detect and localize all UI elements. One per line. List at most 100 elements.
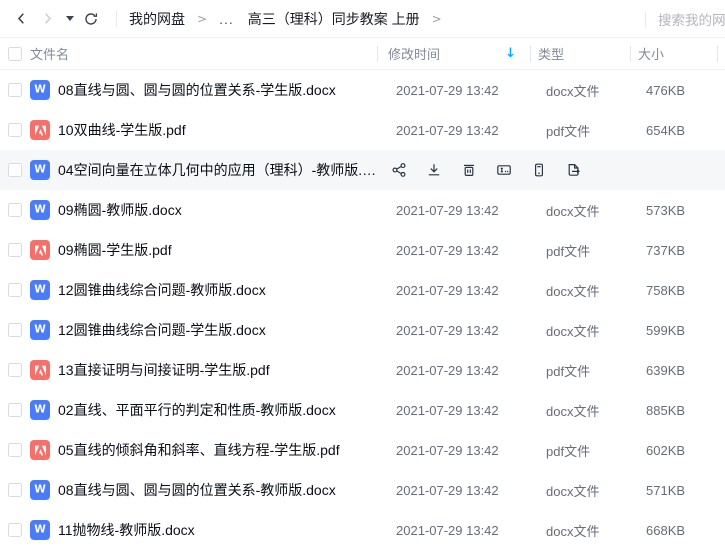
file-name[interactable]: 11抛物线-教师版.docx <box>58 520 195 540</box>
file-type: pdf文件 <box>546 241 590 260</box>
file-row[interactable]: 10双曲线-学生版.pdf2021-07-29 13:42pdf文件654KB <box>0 110 725 150</box>
file-name-cell: W02直线、平面平行的判定和性质-教师版.docx <box>0 400 385 420</box>
file-type: docx文件 <box>546 521 599 540</box>
file-name-cell: 09椭圆-学生版.pdf <box>0 240 385 260</box>
device-icon[interactable] <box>531 162 547 178</box>
history-dropdown-button[interactable] <box>62 6 78 32</box>
file-name[interactable]: 12圆锥曲线综合问题-学生版.docx <box>58 320 266 340</box>
refresh-button[interactable] <box>78 6 104 32</box>
file-row[interactable]: W08直线与圆、圆与圆的位置关系-教师版.docx2021-07-29 13:4… <box>0 470 725 510</box>
download-icon[interactable] <box>426 162 442 178</box>
file-modified-time-cell: 2021-07-29 13:42 <box>385 323 538 338</box>
file-modified-time-cell: 2021-07-29 13:42 <box>385 523 538 538</box>
row-checkbox[interactable] <box>8 403 22 417</box>
file-modified-time-cell: 2021-07-29 13:42 <box>385 203 538 218</box>
header-type-cell[interactable]: 类型 <box>530 44 630 63</box>
row-checkbox[interactable] <box>8 483 22 497</box>
file-size-cell: 885KB <box>638 403 725 418</box>
chevron-left-icon <box>14 11 29 26</box>
file-modified-time: 2021-07-29 13:42 <box>396 123 499 138</box>
file-row[interactable]: W08直线与圆、圆与圆的位置关系-学生版.docx2021-07-29 13:4… <box>0 70 725 110</box>
file-row[interactable]: W 04空间向量在立体几何中的应用（理科）-教师版.docx <box>0 150 725 190</box>
breadcrumb-current[interactable]: 高三（理科）同步教案 上册 <box>248 9 420 29</box>
file-name[interactable]: 05直线的倾斜角和斜率、直线方程-学生版.pdf <box>58 440 340 460</box>
file-name[interactable]: 09椭圆-学生版.pdf <box>58 240 172 260</box>
header-name-label: 文件名 <box>30 44 69 63</box>
word-file-icon: W <box>30 480 50 500</box>
row-checkbox[interactable] <box>8 523 22 537</box>
file-name[interactable]: 10双曲线-学生版.pdf <box>58 120 186 140</box>
file-modified-time: 2021-07-29 13:42 <box>396 203 499 218</box>
breadcrumb-separator: > <box>197 12 207 26</box>
table-header: 文件名 修改时间 ↓ 类型 大小 <box>0 38 725 70</box>
row-checkbox[interactable] <box>8 443 22 457</box>
row-checkbox[interactable] <box>8 323 22 337</box>
row-checkbox[interactable] <box>8 203 22 217</box>
file-modified-time: 2021-07-29 13:42 <box>396 403 499 418</box>
word-file-icon: W <box>30 280 50 300</box>
word-file-icon: W <box>30 160 50 180</box>
file-size: 758KB <box>646 283 685 298</box>
file-name[interactable]: 02直线、平面平行的判定和性质-教师版.docx <box>58 400 336 420</box>
rename-icon[interactable] <box>496 162 512 178</box>
file-name[interactable]: 13直接证明与间接证明-学生版.pdf <box>58 360 270 380</box>
file-type-cell: docx文件 <box>538 81 638 100</box>
file-size-cell: 639KB <box>638 363 725 378</box>
refresh-icon <box>83 11 99 27</box>
file-size-cell: 599KB <box>638 323 725 338</box>
sort-desc-arrow-icon[interactable]: ↓ <box>505 47 516 60</box>
word-file-icon: W <box>30 80 50 100</box>
file-row[interactable]: W12圆锥曲线综合问题-学生版.docx2021-07-29 13:42docx… <box>0 310 725 350</box>
search-input[interactable]: 搜索我的网盘 <box>658 9 725 29</box>
breadcrumb: 我的网盘 > ... 高三（理科）同步教案 上册 > <box>129 9 454 29</box>
select-all-checkbox[interactable] <box>8 47 22 61</box>
header-size-cell[interactable]: 大小 <box>630 44 717 63</box>
file-modified-time-cell: 2021-07-29 13:42 <box>385 283 538 298</box>
file-size-cell: 758KB <box>638 283 725 298</box>
file-row[interactable]: W11抛物线-教师版.docx2021-07-29 13:42docx文件668… <box>0 510 725 550</box>
file-size-cell: 571KB <box>638 483 725 498</box>
delete-icon[interactable] <box>461 162 477 178</box>
search-placeholder: 搜索我的网盘 <box>658 9 725 29</box>
file-row[interactable]: W02直线、平面平行的判定和性质-教师版.docx 2021-07-29 13:4… <box>0 390 725 430</box>
word-file-icon: W <box>30 520 50 540</box>
file-size: 654KB <box>646 123 685 138</box>
row-checkbox[interactable] <box>8 363 22 377</box>
file-name[interactable]: 08直线与圆、圆与圆的位置关系-教师版.docx <box>58 480 336 500</box>
file-name[interactable]: 04空间向量在立体几何中的应用（理科）-教师版.docx <box>58 160 377 180</box>
file-name-cell: 05直线的倾斜角和斜率、直线方程-学生版.pdf <box>0 440 385 460</box>
header-size-label: 大小 <box>638 44 664 63</box>
file-name-cell: W09椭圆-教师版.docx <box>0 200 385 220</box>
row-checkbox[interactable] <box>8 283 22 297</box>
file-row[interactable]: 09椭圆-学生版.pdf2021-07-29 13:42pdf文件737KB <box>0 230 725 270</box>
header-time-cell[interactable]: 修改时间 ↓ <box>377 44 530 63</box>
row-checkbox[interactable] <box>8 243 22 257</box>
file-size-cell: 737KB <box>638 243 725 258</box>
file-row[interactable]: W12圆锥曲线综合问题-教师版.docx2021-07-29 13:42docx… <box>0 270 725 310</box>
header-name-cell: 文件名 <box>0 44 377 63</box>
file-name[interactable]: 12圆锥曲线综合问题-教师版.docx <box>58 280 266 300</box>
breadcrumb-collapsed[interactable]: ... <box>219 11 234 27</box>
file-name-cell: W 08直线与圆、圆与圆的位置关系-学生版.docx <box>0 80 385 100</box>
file-size: 476KB <box>646 83 685 98</box>
forward-button[interactable] <box>34 6 60 32</box>
file-name[interactable]: 08直线与圆、圆与圆的位置关系-学生版.docx <box>58 80 336 100</box>
file-row[interactable]: 05直线的倾斜角和斜率、直线方程-学生版.pdf 2021-07-29 13:42… <box>0 430 725 470</box>
pdf-file-icon <box>30 440 50 460</box>
file-type-cell: docx文件 <box>538 401 638 420</box>
header-type-label: 类型 <box>538 44 564 63</box>
row-checkbox[interactable] <box>8 83 22 97</box>
share-icon[interactable] <box>391 162 407 178</box>
file-name[interactable]: 09椭圆-教师版.docx <box>58 200 182 220</box>
row-checkbox[interactable] <box>8 123 22 137</box>
toolbar: 我的网盘 > ... 高三（理科）同步教案 上册 > 搜索我的网盘 <box>0 0 725 38</box>
move-icon[interactable] <box>566 162 582 178</box>
file-modified-time: 2021-07-29 13:42 <box>396 283 499 298</box>
back-button[interactable] <box>8 6 34 32</box>
file-row[interactable]: W09椭圆-教师版.docx2021-07-29 13:42docx文件573K… <box>0 190 725 230</box>
breadcrumb-root[interactable]: 我的网盘 <box>129 9 185 29</box>
file-modified-time: 2021-07-29 13:42 <box>396 443 499 458</box>
row-checkbox[interactable] <box>8 163 22 177</box>
file-row[interactable]: 13直接证明与间接证明-学生版.pdf2021-07-29 13:42pdf文件… <box>0 350 725 390</box>
file-type-cell: docx文件 <box>538 521 638 540</box>
